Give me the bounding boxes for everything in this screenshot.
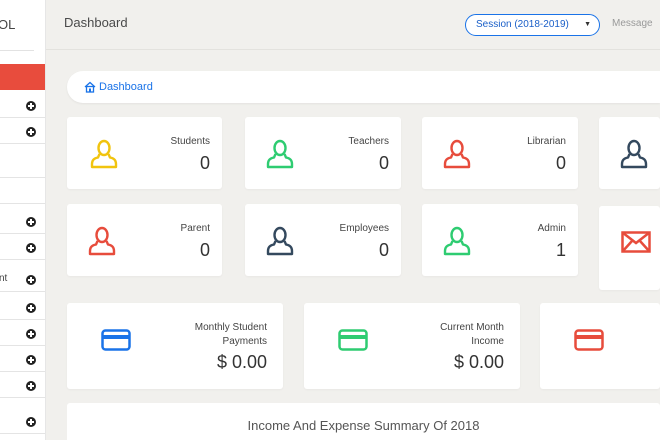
stat-card-students[interactable]: Students 0 bbox=[67, 117, 222, 189]
sidebar-item[interactable] bbox=[0, 236, 45, 260]
message-link[interactable]: Message bbox=[612, 18, 653, 29]
stat-label: Admin bbox=[537, 223, 566, 234]
payment-label-line1: Current Month bbox=[440, 322, 504, 333]
payment-value: $ 0.00 bbox=[216, 352, 267, 372]
stat-label: Students bbox=[170, 136, 210, 147]
payment-value: $ 0.00 bbox=[453, 352, 504, 372]
user-icon bbox=[620, 139, 648, 169]
home-icon bbox=[84, 81, 96, 93]
payment-label-line2: Income bbox=[471, 336, 504, 347]
plus-circle-icon bbox=[26, 417, 36, 427]
stat-count: 0 bbox=[199, 153, 210, 173]
page-title: Dashboard bbox=[64, 15, 128, 30]
plus-circle-icon bbox=[26, 355, 36, 365]
stat-card-teachers[interactable]: Teachers 0 bbox=[245, 117, 401, 189]
user-icon bbox=[443, 226, 471, 256]
sidebar-item[interactable] bbox=[0, 154, 45, 178]
stat-count: 0 bbox=[378, 153, 389, 173]
sidebar-item[interactable] bbox=[0, 410, 45, 434]
credit-card-icon bbox=[338, 329, 368, 351]
top-header: Dashboard Session (2018-2019) ▼ Message bbox=[46, 0, 660, 50]
sidebar-item[interactable] bbox=[0, 374, 45, 398]
payment-card-current-month-income[interactable]: Current Month Income $ 0.00 bbox=[304, 303, 520, 389]
stat-card-messages[interactable] bbox=[599, 206, 660, 290]
plus-circle-icon bbox=[26, 101, 36, 111]
plus-circle-icon bbox=[26, 217, 36, 227]
payment-label-line1: Monthly Student bbox=[194, 322, 267, 333]
sidebar-item[interactable] bbox=[0, 120, 45, 144]
stat-count: 1 bbox=[555, 240, 566, 260]
stat-label: Employees bbox=[339, 223, 389, 234]
stat-label: Librarian bbox=[527, 136, 566, 147]
stat-label: Parent bbox=[180, 223, 210, 234]
sidebar-item-label: nt bbox=[0, 273, 8, 284]
credit-card-icon bbox=[574, 329, 604, 351]
divider bbox=[0, 50, 34, 51]
session-select[interactable]: Session (2018-2019) ▼ bbox=[465, 14, 600, 36]
plus-circle-icon bbox=[26, 381, 36, 391]
sidebar: OL nt bbox=[0, 0, 46, 440]
user-icon bbox=[88, 226, 116, 256]
chevron-down-icon: ▼ bbox=[584, 21, 591, 28]
payment-label-line2: Payments bbox=[222, 336, 267, 347]
stat-card-partial[interactable] bbox=[599, 117, 660, 189]
credit-card-icon bbox=[101, 329, 131, 351]
stat-label: Teachers bbox=[348, 136, 389, 147]
income-expense-summary-panel: Income And Expense Summary Of 2018 bbox=[67, 403, 660, 440]
user-icon bbox=[90, 139, 118, 169]
user-icon bbox=[443, 139, 471, 169]
sidebar-item-active[interactable] bbox=[0, 64, 45, 90]
sidebar-item[interactable] bbox=[0, 296, 45, 320]
stat-count: 0 bbox=[199, 240, 210, 260]
payment-card-monthly-student[interactable]: Monthly Student Payments $ 0.00 bbox=[67, 303, 283, 389]
envelope-icon bbox=[621, 231, 651, 253]
user-icon bbox=[266, 226, 294, 256]
plus-circle-icon bbox=[26, 243, 36, 253]
summary-title: Income And Expense Summary Of 2018 bbox=[247, 418, 480, 433]
sidebar-item[interactable] bbox=[0, 180, 45, 204]
plus-circle-icon bbox=[26, 275, 36, 285]
payment-card-partial[interactable] bbox=[540, 303, 660, 389]
breadcrumb: Dashboard bbox=[67, 71, 660, 103]
sidebar-item[interactable] bbox=[0, 210, 45, 234]
plus-circle-icon bbox=[26, 303, 36, 313]
stat-card-admin[interactable]: Admin 1 bbox=[422, 204, 578, 276]
stat-card-parent[interactable]: Parent 0 bbox=[67, 204, 222, 276]
stat-card-employees[interactable]: Employees 0 bbox=[245, 204, 401, 276]
plus-circle-icon bbox=[26, 329, 36, 339]
sidebar-item[interactable] bbox=[0, 348, 45, 372]
stat-count: 0 bbox=[378, 240, 389, 260]
plus-circle-icon bbox=[26, 127, 36, 137]
sidebar-item[interactable] bbox=[0, 322, 45, 346]
user-icon bbox=[266, 139, 294, 169]
breadcrumb-link-dashboard[interactable]: Dashboard bbox=[99, 81, 153, 93]
sidebar-item[interactable]: nt bbox=[0, 268, 45, 292]
stat-count: 0 bbox=[555, 153, 566, 173]
session-value: Session (2018-2019) bbox=[476, 19, 569, 30]
brand-text: OL bbox=[0, 17, 16, 32]
stat-card-librarian[interactable]: Librarian 0 bbox=[422, 117, 578, 189]
sidebar-item[interactable] bbox=[0, 94, 45, 118]
